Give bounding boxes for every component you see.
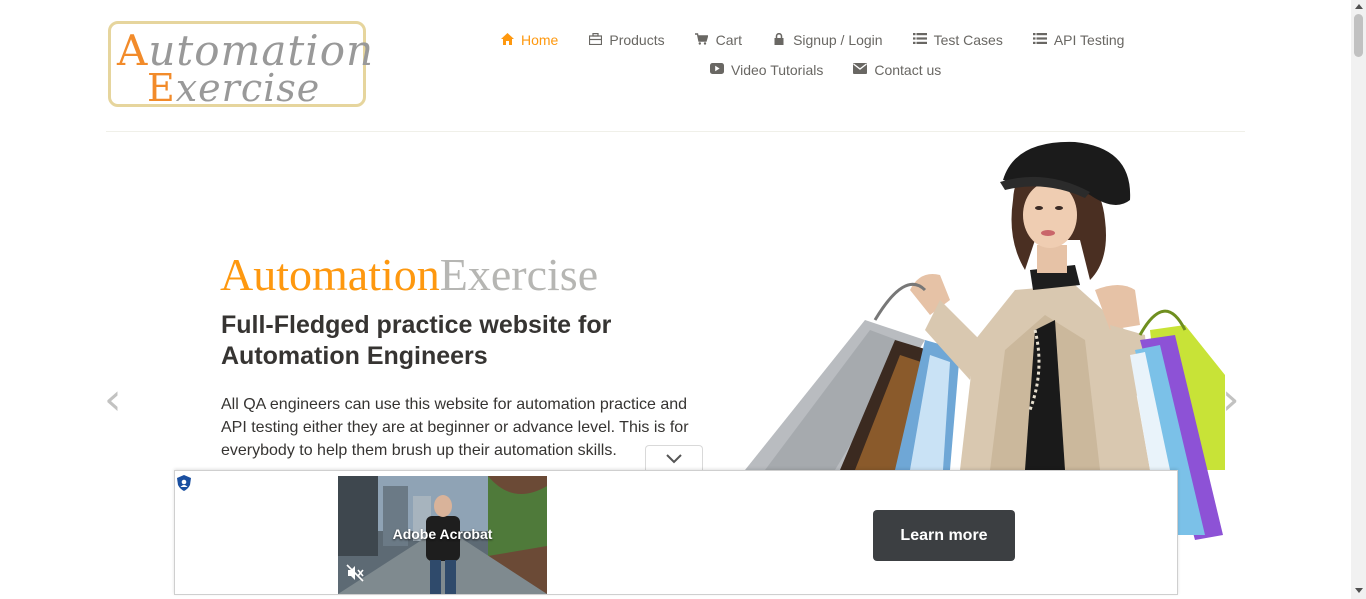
scrollbar-thumb[interactable] — [1354, 14, 1363, 57]
main-nav: Home Products Cart Signup / Login Test C… — [500, 28, 1160, 82]
envelope-icon — [853, 63, 868, 77]
list-icon — [912, 33, 927, 47]
chevron-down-icon — [666, 454, 682, 464]
site-logo[interactable]: Automation Exercise — [108, 21, 373, 110]
ad-video[interactable]: Adobe Acrobat — [338, 476, 547, 594]
products-icon — [588, 32, 602, 48]
nav-video-tutorials[interactable]: Video Tutorials — [710, 62, 823, 78]
learn-more-button[interactable]: Learn more — [873, 510, 1015, 561]
cart-icon — [695, 32, 709, 48]
ad-banner: Adobe Acrobat Learn more — [174, 470, 1178, 595]
logo-line-2: Exercise — [147, 66, 321, 110]
scroll-down-arrow-icon[interactable] — [1355, 588, 1363, 593]
ad-shield-icon[interactable] — [177, 475, 191, 491]
nav-contact-us[interactable]: Contact us — [853, 62, 941, 78]
chevron-left-icon: ‹ — [104, 374, 122, 425]
nav-home[interactable]: Home — [500, 32, 558, 48]
youtube-icon — [710, 63, 724, 77]
slider-brand-title: AutomationExercise — [220, 249, 599, 300]
slider-headline: Full-Fledged practice website for Automa… — [221, 311, 612, 370]
lock-icon — [772, 32, 786, 48]
slider-prev-button[interactable]: ‹ — [104, 378, 122, 422]
mute-icon[interactable] — [346, 564, 364, 582]
scroll-up-arrow-icon[interactable] — [1355, 4, 1363, 9]
home-icon — [500, 32, 514, 48]
nav-products[interactable]: Products — [588, 32, 665, 48]
nav-test-cases[interactable]: Test Cases — [912, 32, 1003, 48]
header-divider — [106, 131, 1245, 132]
page-scrollbar[interactable] — [1351, 0, 1366, 599]
nav-api-testing[interactable]: API Testing — [1032, 32, 1124, 48]
nav-signup-login[interactable]: Signup / Login — [772, 32, 883, 48]
ad-video-title: Adobe Acrobat — [392, 526, 493, 542]
list-icon — [1032, 33, 1047, 47]
ad-collapse-button[interactable] — [645, 445, 703, 471]
nav-cart[interactable]: Cart — [695, 32, 742, 48]
slider-description: All QA engineers can use this website fo… — [221, 396, 689, 459]
